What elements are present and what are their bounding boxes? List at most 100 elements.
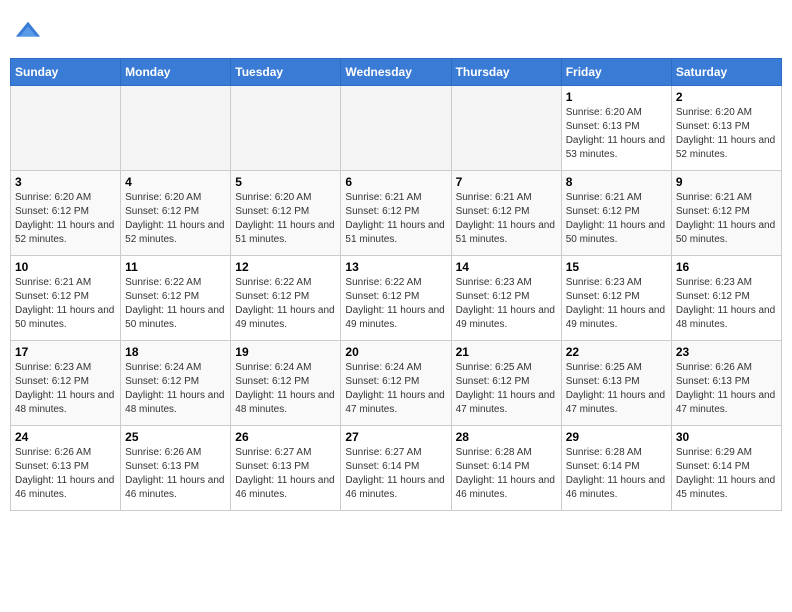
calendar-cell: 17 Sunrise: 6:23 AMSunset: 6:12 PMDayligh… xyxy=(11,341,121,426)
calendar-cell: 27 Sunrise: 6:27 AMSunset: 6:14 PMDayligh… xyxy=(341,426,451,511)
calendar-cell: 30 Sunrise: 6:29 AMSunset: 6:14 PMDayligh… xyxy=(671,426,781,511)
day-info: Sunrise: 6:23 AMSunset: 6:12 PMDaylight:… xyxy=(456,276,557,332)
day-number: 14 xyxy=(456,260,557,274)
logo-icon xyxy=(14,18,42,46)
calendar-cell: 21 Sunrise: 6:25 AMSunset: 6:12 PMDayligh… xyxy=(451,341,561,426)
day-number: 1 xyxy=(566,90,667,104)
day-info: Sunrise: 6:24 AMSunset: 6:12 PMDaylight:… xyxy=(345,361,446,417)
day-number: 9 xyxy=(676,175,777,189)
day-number: 20 xyxy=(345,345,446,359)
calendar-cell xyxy=(341,86,451,171)
day-info: Sunrise: 6:20 AMSunset: 6:13 PMDaylight:… xyxy=(676,106,777,162)
calendar-week-2: 3 Sunrise: 6:20 AMSunset: 6:12 PMDaylight… xyxy=(11,171,782,256)
day-info: Sunrise: 6:25 AMSunset: 6:13 PMDaylight:… xyxy=(566,361,667,417)
day-number: 3 xyxy=(15,175,116,189)
calendar-cell: 6Sunrise: 6:21 AMSunset: 6:12 PMDaylight… xyxy=(341,171,451,256)
day-info: Sunrise: 6:20 AMSunset: 6:13 PMDaylight:… xyxy=(566,106,667,162)
calendar-cell: 28 Sunrise: 6:28 AMSunset: 6:14 PMDayligh… xyxy=(451,426,561,511)
day-info: Sunrise: 6:23 AMSunset: 6:12 PMDaylight:… xyxy=(15,361,116,417)
calendar-cell: 20 Sunrise: 6:24 AMSunset: 6:12 PMDayligh… xyxy=(341,341,451,426)
day-number: 25 xyxy=(125,430,226,444)
day-number: 28 xyxy=(456,430,557,444)
calendar-cell: 26 Sunrise: 6:27 AMSunset: 6:13 PMDayligh… xyxy=(231,426,341,511)
day-info: Sunrise: 6:28 AMSunset: 6:14 PMDaylight:… xyxy=(566,446,667,502)
header-thursday: Thursday xyxy=(451,59,561,86)
header-wednesday: Wednesday xyxy=(341,59,451,86)
calendar-week-3: 10 Sunrise: 6:21 AMSunset: 6:12 PMDayligh… xyxy=(11,256,782,341)
calendar-cell: 13 Sunrise: 6:22 AMSunset: 6:12 PMDayligh… xyxy=(341,256,451,341)
day-number: 21 xyxy=(456,345,557,359)
day-number: 12 xyxy=(235,260,336,274)
day-info: Sunrise: 6:24 AMSunset: 6:12 PMDaylight:… xyxy=(235,361,336,417)
day-info: Sunrise: 6:21 AMSunset: 6:12 PMDaylight:… xyxy=(456,191,557,247)
day-number: 27 xyxy=(345,430,446,444)
day-number: 18 xyxy=(125,345,226,359)
header-tuesday: Tuesday xyxy=(231,59,341,86)
day-info: Sunrise: 6:22 AMSunset: 6:12 PMDaylight:… xyxy=(235,276,336,332)
day-number: 15 xyxy=(566,260,667,274)
day-number: 22 xyxy=(566,345,667,359)
calendar-cell xyxy=(231,86,341,171)
day-number: 7 xyxy=(456,175,557,189)
calendar-table: SundayMondayTuesdayWednesdayThursdayFrid… xyxy=(10,58,782,511)
calendar-cell: 9 Sunrise: 6:21 AMSunset: 6:12 PMDaylight… xyxy=(671,171,781,256)
day-info: Sunrise: 6:20 AMSunset: 6:12 PMDaylight:… xyxy=(15,191,116,247)
day-number: 29 xyxy=(566,430,667,444)
calendar-cell: 11 Sunrise: 6:22 AMSunset: 6:12 PMDayligh… xyxy=(121,256,231,341)
calendar-cell: 23Sunrise: 6:26 AMSunset: 6:13 PMDayligh… xyxy=(671,341,781,426)
day-number: 6 xyxy=(345,175,446,189)
day-number: 2 xyxy=(676,90,777,104)
day-info: Sunrise: 6:27 AMSunset: 6:14 PMDaylight:… xyxy=(345,446,446,502)
day-number: 24 xyxy=(15,430,116,444)
day-number: 4 xyxy=(125,175,226,189)
day-info: Sunrise: 6:22 AMSunset: 6:12 PMDaylight:… xyxy=(125,276,226,332)
day-number: 10 xyxy=(15,260,116,274)
calendar-header-row: SundayMondayTuesdayWednesdayThursdayFrid… xyxy=(11,59,782,86)
day-number: 26 xyxy=(235,430,336,444)
calendar-cell: 15Sunrise: 6:23 AMSunset: 6:12 PMDayligh… xyxy=(561,256,671,341)
calendar-cell: 4 Sunrise: 6:20 AMSunset: 6:12 PMDaylight… xyxy=(121,171,231,256)
calendar-cell: 16 Sunrise: 6:23 AMSunset: 6:12 PMDayligh… xyxy=(671,256,781,341)
calendar-cell: 5 Sunrise: 6:20 AMSunset: 6:12 PMDaylight… xyxy=(231,171,341,256)
calendar-cell: 25Sunrise: 6:26 AMSunset: 6:13 PMDayligh… xyxy=(121,426,231,511)
day-number: 5 xyxy=(235,175,336,189)
calendar-cell: 1 Sunrise: 6:20 AMSunset: 6:13 PMDaylight… xyxy=(561,86,671,171)
calendar-cell xyxy=(121,86,231,171)
day-info: Sunrise: 6:27 AMSunset: 6:13 PMDaylight:… xyxy=(235,446,336,502)
calendar-cell: 8 Sunrise: 6:21 AMSunset: 6:12 PMDaylight… xyxy=(561,171,671,256)
day-info: Sunrise: 6:23 AMSunset: 6:12 PMDaylight:… xyxy=(676,276,777,332)
day-info: Sunrise: 6:25 AMSunset: 6:12 PMDaylight:… xyxy=(456,361,557,417)
calendar-cell: 3 Sunrise: 6:20 AMSunset: 6:12 PMDaylight… xyxy=(11,171,121,256)
calendar-cell: 10 Sunrise: 6:21 AMSunset: 6:12 PMDayligh… xyxy=(11,256,121,341)
day-number: 30 xyxy=(676,430,777,444)
day-info: Sunrise: 6:28 AMSunset: 6:14 PMDaylight:… xyxy=(456,446,557,502)
calendar-cell: 12 Sunrise: 6:22 AMSunset: 6:12 PMDayligh… xyxy=(231,256,341,341)
day-info: Sunrise: 6:20 AMSunset: 6:12 PMDaylight:… xyxy=(235,191,336,247)
day-number: 11 xyxy=(125,260,226,274)
day-info: Sunrise: 6:21 AMSunset: 6:12 PMDaylight:… xyxy=(676,191,777,247)
header-saturday: Saturday xyxy=(671,59,781,86)
day-number: 13 xyxy=(345,260,446,274)
header-monday: Monday xyxy=(121,59,231,86)
calendar-cell: 18 Sunrise: 6:24 AMSunset: 6:12 PMDayligh… xyxy=(121,341,231,426)
day-number: 8 xyxy=(566,175,667,189)
calendar-week-5: 24Sunrise: 6:26 AMSunset: 6:13 PMDayligh… xyxy=(11,426,782,511)
calendar-cell: 7 Sunrise: 6:21 AMSunset: 6:12 PMDaylight… xyxy=(451,171,561,256)
calendar-cell: 22 Sunrise: 6:25 AMSunset: 6:13 PMDayligh… xyxy=(561,341,671,426)
day-info: Sunrise: 6:20 AMSunset: 6:12 PMDaylight:… xyxy=(125,191,226,247)
day-info: Sunrise: 6:22 AMSunset: 6:12 PMDaylight:… xyxy=(345,276,446,332)
day-info: Sunrise: 6:21 AMSunset: 6:12 PMDaylight:… xyxy=(566,191,667,247)
calendar-cell xyxy=(11,86,121,171)
day-info: Sunrise: 6:21 AMSunset: 6:12 PMDaylight:… xyxy=(15,276,116,332)
day-info: Sunrise: 6:29 AMSunset: 6:14 PMDaylight:… xyxy=(676,446,777,502)
day-number: 16 xyxy=(676,260,777,274)
day-info: Sunrise: 6:26 AMSunset: 6:13 PMDaylight:… xyxy=(676,361,777,417)
day-info: Sunrise: 6:24 AMSunset: 6:12 PMDaylight:… xyxy=(125,361,226,417)
calendar-cell: 19Sunrise: 6:24 AMSunset: 6:12 PMDayligh… xyxy=(231,341,341,426)
calendar-cell: 2 Sunrise: 6:20 AMSunset: 6:13 PMDaylight… xyxy=(671,86,781,171)
logo xyxy=(14,18,44,46)
calendar-cell: 24Sunrise: 6:26 AMSunset: 6:13 PMDayligh… xyxy=(11,426,121,511)
header-friday: Friday xyxy=(561,59,671,86)
calendar-week-1: 1 Sunrise: 6:20 AMSunset: 6:13 PMDaylight… xyxy=(11,86,782,171)
day-number: 17 xyxy=(15,345,116,359)
